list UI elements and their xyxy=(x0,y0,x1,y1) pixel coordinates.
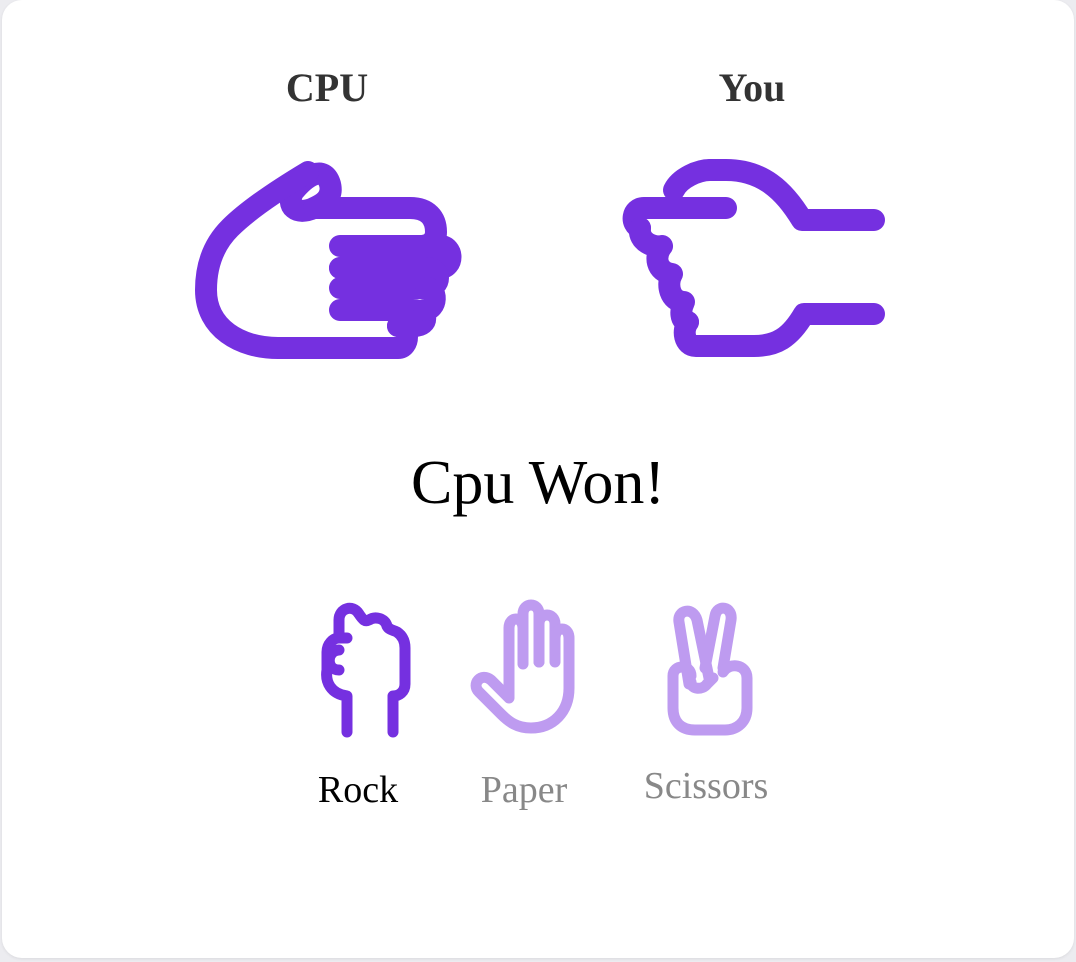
rock-choice-button[interactable]: Rock xyxy=(288,598,428,812)
scissors-label: Scissors xyxy=(643,765,769,807)
result-text: Cpu Won! xyxy=(411,449,665,517)
rock-fist-sideways-icon xyxy=(622,159,885,357)
rock-label: Rock xyxy=(317,769,399,811)
scissors-choice-button[interactable]: Scissors xyxy=(636,598,776,808)
paper-hand-sideways-icon xyxy=(195,161,462,359)
cpu-label: CPU xyxy=(285,65,369,110)
you-label: You xyxy=(718,65,786,110)
paper-choice-button[interactable]: Paper xyxy=(454,598,594,812)
scissors-hand-icon xyxy=(667,602,753,736)
game-card: CPU You Cpu Won! Rock Paper Scissors xyxy=(2,0,1074,958)
rock-fist-icon xyxy=(321,602,411,738)
paper-label: Paper xyxy=(480,769,568,811)
paper-hand-icon xyxy=(470,599,575,734)
